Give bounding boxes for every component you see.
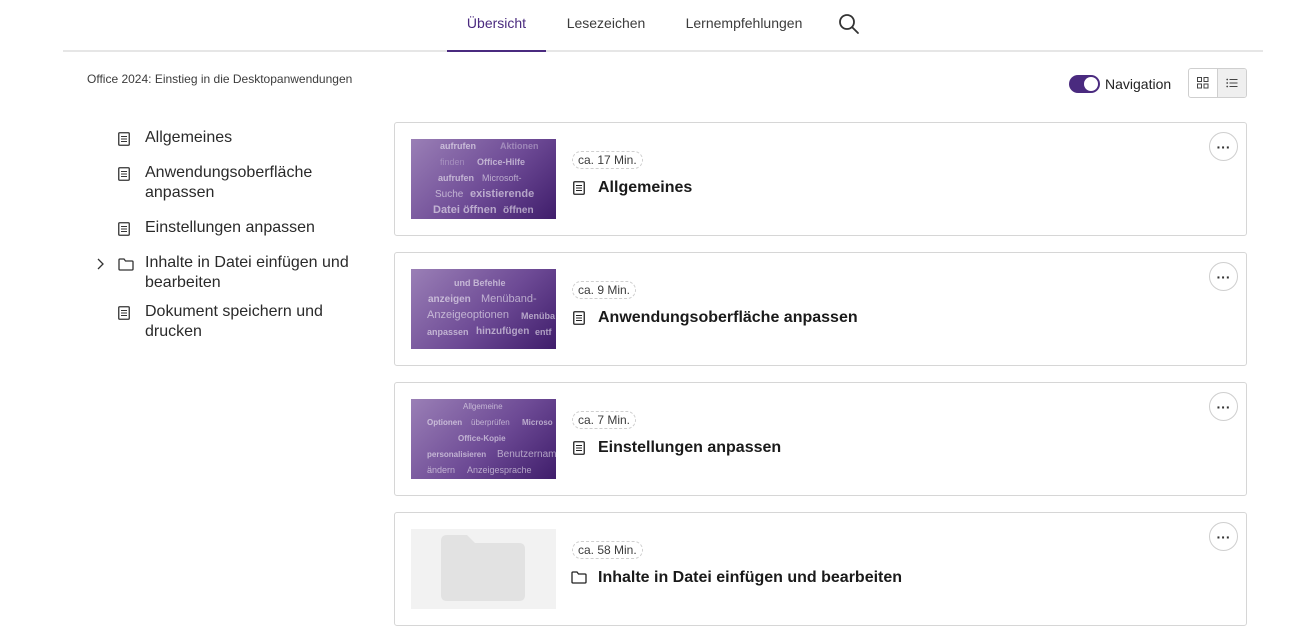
document-icon — [118, 222, 130, 242]
duration-badge: ca. 9 Min. — [572, 281, 637, 299]
sidebar-item-dokument-speichern[interactable]: Dokument speichern und drucken — [95, 302, 355, 342]
folder-thumbnail — [411, 529, 556, 609]
more-options-button[interactable]: ··· — [1209, 392, 1238, 421]
document-icon — [573, 181, 585, 200]
document-icon — [118, 306, 130, 326]
folder-icon — [571, 571, 587, 589]
tab-uebersicht[interactable]: Übersicht — [447, 0, 546, 52]
thumbnail-word: Microsoft- — [482, 173, 522, 183]
thumbnail-word: öffnen — [503, 205, 534, 216]
course-title: Office 2024: Einstieg in die Desktopanwe… — [87, 72, 353, 86]
thumbnail-word: überprüfen — [471, 418, 510, 427]
thumbnail-word: personalisieren — [427, 450, 487, 459]
word-cloud-thumbnail: aufrufen Aktionen finden Office-Hilfe au… — [411, 139, 556, 219]
duration-badge: ca. 7 Min. — [572, 411, 637, 429]
thumbnail-word: aufrufen — [438, 173, 474, 183]
more-options-button[interactable]: ··· — [1209, 522, 1238, 551]
sidebar-item-allgemeines[interactable]: Allgemeines — [95, 128, 355, 148]
folder-icon — [118, 257, 134, 277]
more-options-button[interactable]: ··· — [1209, 132, 1238, 161]
thumbnail-word: aufrufen — [440, 141, 476, 151]
thumbnail-word: anzeigen — [428, 294, 471, 305]
sidebar-item-label: Inhalte in Datei einfügen und bearbeiten — [145, 254, 349, 291]
word-cloud-thumbnail: Allgemeine Optionen überprüfen Microso O… — [411, 399, 556, 479]
view-switch — [1188, 68, 1247, 98]
card-title[interactable]: Anwendungsoberfläche anpassen — [598, 309, 858, 327]
duration-badge: ca. 17 Min. — [572, 151, 643, 169]
card-title[interactable]: Allgemeines — [598, 179, 692, 197]
card-title[interactable]: Inhalte in Datei einfügen und bearbeiten — [598, 569, 902, 587]
word-cloud-thumbnail: und Befehle anzeigen Menüband- Anzeigeop… — [411, 269, 556, 349]
thumbnail-word: Anzeigeoptionen — [427, 309, 509, 321]
chevron-right-icon[interactable] — [95, 257, 105, 277]
thumbnail-word: ändern — [427, 465, 456, 475]
grid-view-button[interactable] — [1189, 69, 1218, 97]
thumbnail-word: Optionen — [427, 418, 463, 427]
folder-placeholder-icon — [441, 535, 525, 601]
sidebar-item-anwendungsoberflaeche[interactable]: Anwendungsoberfläche anpassen — [95, 163, 355, 203]
content-card[interactable]: Allgemeine Optionen überprüfen Microso O… — [394, 382, 1247, 496]
list-icon — [1226, 78, 1238, 88]
top-navigation: Übersicht Lesezeichen Lernempfehlungen — [63, 0, 1263, 52]
toggle-knob — [1084, 77, 1098, 91]
thumbnail-word: Menüba — [521, 311, 556, 321]
thumbnail-word: Microso — [522, 418, 553, 427]
navigation-toggle-label: Navigation — [1105, 76, 1172, 92]
thumbnail-word: Suche — [435, 189, 464, 200]
list-view-button[interactable] — [1217, 69, 1246, 97]
document-icon — [573, 441, 585, 460]
content-card[interactable]: und Befehle anzeigen Menüband- Anzeigeop… — [394, 252, 1247, 366]
tab-lernempfehlungen[interactable]: Lernempfehlungen — [674, 0, 814, 52]
navigation-toggle[interactable] — [1069, 75, 1100, 93]
more-options-button[interactable]: ··· — [1209, 262, 1238, 291]
thumbnail-word: Benutzernam — [497, 449, 556, 460]
navigation-toggle-group: Navigation — [1069, 74, 1171, 94]
thumbnail-word: Datei öffnen — [433, 204, 497, 216]
thumbnail-word: hinzufügen — [476, 326, 530, 337]
thumbnail-word: entf — [535, 327, 552, 337]
thumbnail-word: Allgemeine — [463, 402, 503, 411]
thumbnail-word: Office-Kopie — [458, 434, 506, 443]
card-title[interactable]: Einstellungen anpassen — [598, 439, 781, 457]
grid-icon — [1196, 77, 1209, 89]
thumbnail-word: Menüband- — [481, 293, 537, 305]
sidebar-item-einstellungen[interactable]: Einstellungen anpassen — [95, 218, 355, 238]
thumbnail-word: Anzeigesprache — [467, 465, 532, 475]
thumbnail-word: und Befehle — [454, 278, 506, 288]
document-icon — [118, 167, 130, 187]
tab-lesezeichen[interactable]: Lesezeichen — [556, 0, 656, 52]
thumbnail-word: finden — [440, 157, 465, 167]
document-icon — [118, 132, 130, 152]
sidebar-item-label: Dokument speichern und drucken — [145, 303, 323, 340]
thumbnail-word: existierende — [470, 188, 535, 200]
duration-badge: ca. 58 Min. — [572, 541, 643, 559]
content-card[interactable]: ca. 58 Min. Inhalte in Datei einfügen un… — [394, 512, 1247, 626]
sidebar-item-label: Allgemeines — [145, 129, 233, 146]
document-icon — [573, 311, 585, 330]
search-icon[interactable] — [837, 12, 861, 36]
thumbnail-word: anpassen — [427, 327, 469, 337]
content-card[interactable]: aufrufen Aktionen finden Office-Hilfe au… — [394, 122, 1247, 236]
thumbnail-word: Aktionen — [500, 141, 539, 151]
thumbnail-word: Office-Hilfe — [477, 157, 526, 167]
sidebar-item-label: Einstellungen anpassen — [145, 219, 315, 236]
sidebar-navigation: Allgemeines Anwendungsoberfläche anpasse… — [95, 126, 355, 342]
sidebar-item-label: Anwendungsoberfläche anpassen — [145, 164, 313, 201]
sidebar-item-inhalte[interactable]: Inhalte in Datei einfügen und bearbeiten — [95, 253, 355, 293]
